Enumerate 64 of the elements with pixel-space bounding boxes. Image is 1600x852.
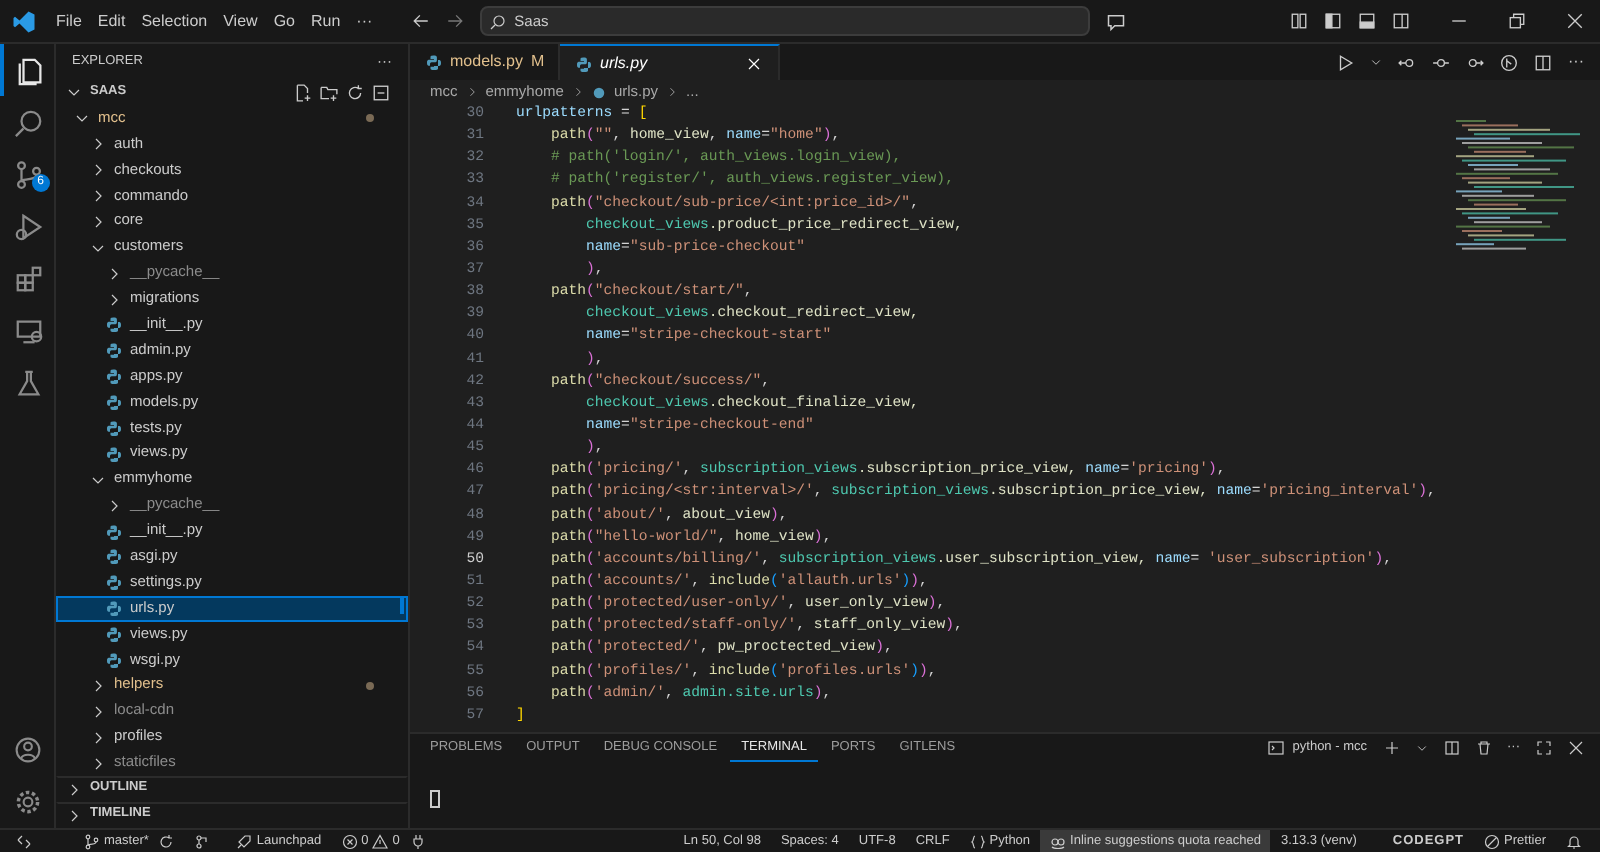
rocket-icon bbox=[236, 833, 253, 849]
refresh-icon[interactable] bbox=[346, 83, 364, 102]
git-graph-icon[interactable] bbox=[194, 833, 211, 849]
error-icon bbox=[341, 833, 358, 849]
split-editor-icon[interactable] bbox=[1534, 53, 1552, 71]
close-icon[interactable] bbox=[1566, 12, 1584, 30]
chevron-right-icon bbox=[571, 86, 584, 98]
gitlens-icon[interactable] bbox=[1500, 53, 1518, 71]
circle-icon[interactable] bbox=[1432, 53, 1450, 71]
search-icon bbox=[490, 13, 507, 29]
menu-item[interactable]: View bbox=[215, 9, 266, 33]
sync-icon[interactable] bbox=[158, 833, 175, 849]
go-back-icon[interactable] bbox=[1398, 53, 1416, 71]
trash-icon[interactable] bbox=[1475, 740, 1491, 756]
prohibited-icon bbox=[1484, 833, 1501, 849]
terminal-cursor bbox=[430, 790, 440, 808]
extensions-icon[interactable] bbox=[13, 263, 43, 293]
add-icon[interactable] bbox=[1383, 740, 1399, 756]
menu-item[interactable]: Go bbox=[265, 9, 303, 33]
panel-toggle-icon[interactable] bbox=[1358, 12, 1376, 30]
menu-item[interactable]: Edit bbox=[89, 9, 134, 33]
editor-tab[interactable]: urls.py bbox=[560, 44, 780, 80]
bell-icon[interactable] bbox=[1566, 833, 1582, 849]
back-arrow-icon[interactable] bbox=[412, 12, 431, 30]
files-icon[interactable] bbox=[15, 55, 45, 85]
chevron-down-icon[interactable] bbox=[66, 84, 82, 101]
new-file-icon[interactable] bbox=[294, 83, 312, 102]
warning-icon bbox=[372, 833, 389, 849]
flask-icon[interactable] bbox=[13, 367, 43, 397]
run-debug-icon[interactable] bbox=[13, 211, 43, 241]
source-control-icon[interactable] bbox=[13, 159, 43, 189]
menu-item[interactable]: File bbox=[48, 9, 90, 33]
copilot-icon bbox=[1050, 833, 1067, 849]
run-icon[interactable] bbox=[1336, 53, 1354, 71]
menu-item[interactable]: ··· bbox=[348, 9, 381, 33]
braces-icon bbox=[969, 833, 986, 849]
split-icon[interactable] bbox=[1443, 740, 1459, 756]
menu-item[interactable]: Run bbox=[302, 9, 349, 33]
forward-arrow-icon[interactable] bbox=[446, 12, 465, 30]
remote-icon bbox=[16, 833, 32, 849]
chevron-right-icon bbox=[666, 86, 679, 98]
sidebar-toggle-icon[interactable] bbox=[1324, 12, 1342, 30]
branch-icon bbox=[84, 833, 100, 849]
menu-item[interactable]: Selection bbox=[133, 9, 216, 33]
vscode-logo-icon bbox=[12, 9, 36, 33]
terminal-icon bbox=[1268, 740, 1285, 756]
chevron-right-icon bbox=[465, 86, 478, 98]
maximize-icon[interactable] bbox=[1536, 740, 1552, 756]
more-actions[interactable]: ··· bbox=[1568, 50, 1584, 74]
secondary-sidebar-icon[interactable] bbox=[1392, 12, 1410, 30]
search-icon[interactable] bbox=[13, 107, 43, 137]
new-folder-icon[interactable] bbox=[320, 83, 338, 102]
restore-icon[interactable] bbox=[1508, 12, 1526, 30]
caret-icon[interactable] bbox=[1370, 56, 1382, 68]
remote-explorer-icon[interactable] bbox=[13, 315, 43, 345]
layout-icon[interactable] bbox=[1290, 12, 1308, 30]
chat-icon[interactable] bbox=[1106, 11, 1127, 31]
close-icon[interactable] bbox=[1568, 740, 1584, 756]
account-icon[interactable] bbox=[14, 736, 42, 764]
plug-icon[interactable] bbox=[409, 833, 426, 849]
go-forward-icon[interactable] bbox=[1466, 53, 1484, 71]
caret-icon[interactable] bbox=[1415, 742, 1427, 754]
collapse-all-icon[interactable] bbox=[372, 83, 390, 102]
settings-icon[interactable] bbox=[14, 788, 42, 816]
